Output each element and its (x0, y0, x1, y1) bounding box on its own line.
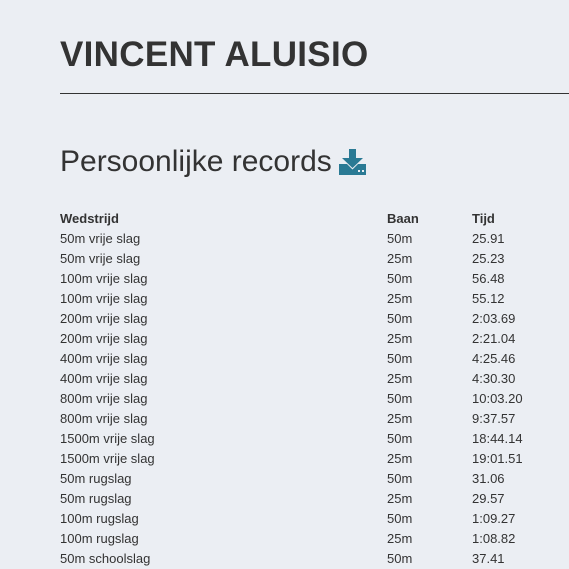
cell-time: 18:44.14 (472, 431, 523, 446)
cell-pool: 50m (387, 311, 413, 326)
cell-event: 50m schoolslag (60, 551, 151, 566)
cell-pool: 50m (387, 391, 413, 406)
cell-time: 2:03.69 (472, 311, 516, 326)
table-row: 50m rugslag 50m 31.06 (60, 469, 569, 489)
table-row: 50m vrije slag 50m 25.91 (60, 229, 569, 249)
cell-event: 800m vrije slag (60, 391, 148, 406)
cell-pool: 25m (387, 411, 413, 426)
table-row: 200m vrije slag 50m 2:03.69 (60, 309, 569, 329)
cell-time: 1:09.27 (472, 511, 516, 526)
swimmer-name: VINCENT ALUISIO (60, 35, 369, 74)
cell-time: 19:01.51 (472, 451, 523, 466)
title-divider (60, 93, 569, 94)
cell-time: 55.12 (472, 291, 505, 306)
cell-event: 50m rugslag (60, 491, 132, 506)
cell-event: 100m rugslag (60, 531, 139, 546)
header-pool: Baan (387, 211, 419, 226)
table-row: 400m vrije slag 25m 4:30.30 (60, 369, 569, 389)
cell-time: 9:37.57 (472, 411, 516, 426)
cell-pool: 50m (387, 231, 413, 246)
cell-event: 1500m vrije slag (60, 451, 155, 466)
table-row: 50m vrije slag 25m 25.23 (60, 249, 569, 269)
table-row: 200m vrije slag 25m 2:21.04 (60, 329, 569, 349)
cell-time: 10:03.20 (472, 391, 523, 406)
table-row: 100m vrije slag 50m 56.48 (60, 269, 569, 289)
records-heading-text: Persoonlijke records (60, 145, 332, 178)
cell-pool: 25m (387, 331, 413, 346)
cell-pool: 50m (387, 351, 413, 366)
cell-event: 200m vrije slag (60, 331, 148, 346)
table-row: 1500m vrije slag 25m 19:01.51 (60, 449, 569, 469)
cell-event: 50m vrije slag (60, 251, 141, 266)
cell-event: 50m vrije slag (60, 231, 141, 246)
table-row: 400m vrije slag 50m 4:25.46 (60, 349, 569, 369)
table-row: 50m rugslag 25m 29.57 (60, 489, 569, 509)
cell-time: 25.91 (472, 231, 505, 246)
cell-event: 100m vrije slag (60, 291, 148, 306)
cell-pool: 25m (387, 371, 413, 386)
cell-pool: 50m (387, 471, 413, 486)
cell-time: 4:30.30 (472, 371, 516, 386)
cell-event: 400m vrije slag (60, 371, 148, 386)
cell-pool: 50m (387, 271, 413, 286)
records-table: Wedstrijd Baan Tijd 50m vrije slag 50m 2… (60, 209, 569, 569)
cell-time: 31.06 (472, 471, 505, 486)
header-event: Wedstrijd (60, 211, 119, 226)
table-row: 100m rugslag 50m 1:09.27 (60, 509, 569, 529)
cell-event: 100m vrije slag (60, 271, 148, 286)
cell-pool: 25m (387, 291, 413, 306)
records-heading: Persoonlijke records (60, 143, 368, 181)
cell-time: 25.23 (472, 251, 505, 266)
table-row: 100m vrije slag 25m 55.12 (60, 289, 569, 309)
cell-event: 1500m vrije slag (60, 431, 155, 446)
cell-time: 37.41 (472, 551, 505, 566)
table-header-row: Wedstrijd Baan Tijd (60, 209, 569, 229)
cell-time: 56.48 (472, 271, 505, 286)
cell-pool: 50m (387, 431, 413, 446)
cell-time: 2:21.04 (472, 331, 516, 346)
cell-pool: 50m (387, 511, 413, 526)
table-row: 50m schoolslag 50m 37.41 (60, 549, 569, 569)
table-row: 100m rugslag 25m 1:08.82 (60, 529, 569, 549)
table-row: 800m vrije slag 50m 10:03.20 (60, 389, 569, 409)
table-row: 1500m vrije slag 50m 18:44.14 (60, 429, 569, 449)
cell-event: 100m rugslag (60, 511, 139, 526)
table-row: 800m vrije slag 25m 9:37.57 (60, 409, 569, 429)
cell-pool: 50m (387, 551, 413, 566)
cell-pool: 25m (387, 491, 413, 506)
download-icon[interactable] (338, 148, 368, 176)
header-time: Tijd (472, 211, 495, 226)
cell-event: 200m vrije slag (60, 311, 148, 326)
cell-pool: 25m (387, 531, 413, 546)
cell-time: 29.57 (472, 491, 505, 506)
download-icon-graphic (338, 149, 366, 175)
page: VINCENT ALUISIO Persoonlijke records Wed… (0, 0, 569, 569)
cell-event: 50m rugslag (60, 471, 132, 486)
cell-event: 800m vrije slag (60, 411, 148, 426)
cell-time: 4:25.46 (472, 351, 516, 366)
cell-time: 1:08.82 (472, 531, 516, 546)
cell-pool: 25m (387, 251, 413, 266)
cell-event: 400m vrije slag (60, 351, 148, 366)
cell-pool: 25m (387, 451, 413, 466)
